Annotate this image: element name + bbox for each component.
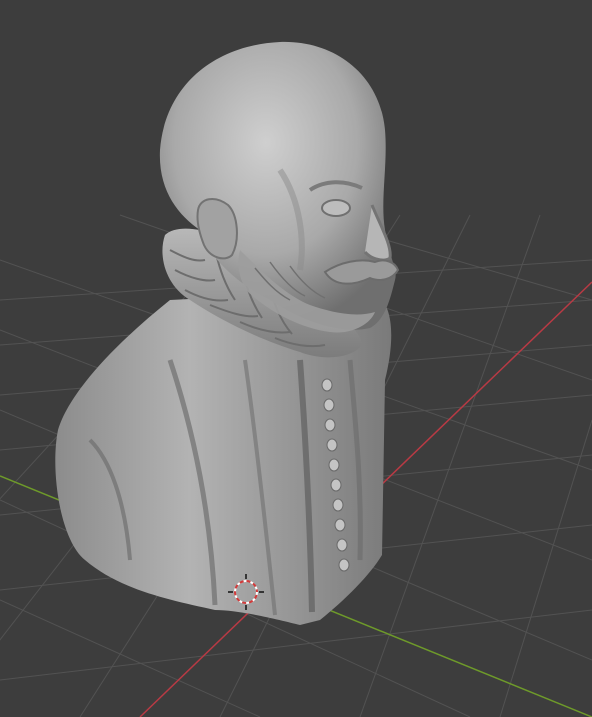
3d-viewport[interactable] xyxy=(0,0,592,717)
bust-model[interactable] xyxy=(55,41,400,625)
viewport-canvas[interactable] xyxy=(0,0,592,717)
eye xyxy=(321,199,351,217)
